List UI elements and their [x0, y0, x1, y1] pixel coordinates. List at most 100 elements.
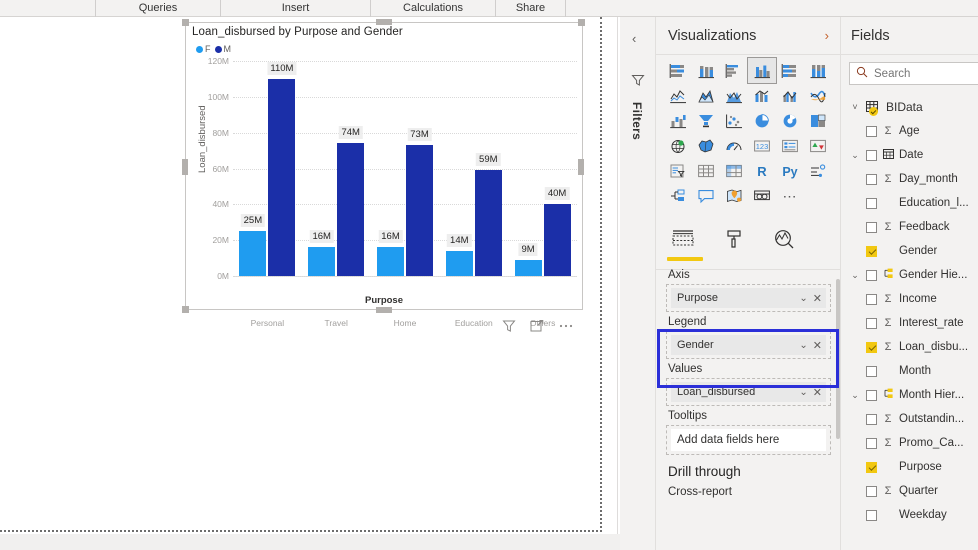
field-row-age[interactable]: ΣAge: [841, 119, 978, 143]
line-stacked-column-chart-icon[interactable]: [748, 83, 776, 108]
area-chart-icon[interactable]: [692, 83, 720, 108]
chevron-down-icon[interactable]: ⌄: [799, 340, 807, 351]
key-influencers-icon[interactable]: [804, 158, 832, 183]
field-checkbox[interactable]: [866, 318, 877, 329]
fields-tab[interactable]: [672, 229, 694, 252]
filter-icon[interactable]: [502, 319, 516, 333]
resize-handle-left-middle[interactable]: [182, 159, 188, 175]
legend-item-f[interactable]: F: [196, 44, 211, 54]
waterfall-chart-icon[interactable]: [664, 108, 692, 133]
field-chip-purpose[interactable]: Purpose ⌄ ✕: [671, 288, 826, 308]
chevron-left-icon[interactable]: ‹: [632, 31, 636, 46]
paginated-report-icon[interactable]: [748, 183, 776, 208]
field-checkbox[interactable]: [866, 270, 877, 281]
field-row-loan-disbu[interactable]: ΣLoan_disbu...: [841, 335, 978, 359]
donut-chart-icon[interactable]: [776, 108, 804, 133]
field-row-weekday[interactable]: Weekday: [841, 503, 978, 527]
field-checkbox[interactable]: [866, 150, 877, 161]
field-chip-loan-disbursed[interactable]: Loan_disbursed ⌄ ✕: [671, 382, 826, 402]
chevron-down-icon[interactable]: ⌄: [799, 387, 807, 398]
field-row-quarter[interactable]: ΣQuarter: [841, 479, 978, 503]
scatter-chart-icon[interactable]: [720, 108, 748, 133]
field-row-interest-rate[interactable]: ΣInterest_rate: [841, 311, 978, 335]
ribbon-tab-calculations[interactable]: Calculations: [371, 0, 496, 17]
well-legend[interactable]: Gender ⌄ ✕: [666, 331, 831, 359]
pie-chart-icon[interactable]: [748, 108, 776, 133]
python-visual-icon[interactable]: Py: [776, 158, 804, 183]
report-canvas[interactable]: Loan_disbursed by Purpose and Gender F M…: [0, 17, 620, 550]
resize-handle-top-right[interactable]: [578, 19, 585, 26]
field-row-month-hier[interactable]: ⌄Month Hier...: [841, 383, 978, 407]
remove-field-icon[interactable]: ✕: [813, 386, 822, 399]
well-values[interactable]: Loan_disbursed ⌄ ✕: [666, 378, 831, 406]
card-icon[interactable]: 123: [748, 133, 776, 158]
wells-scrollbar[interactable]: [836, 279, 840, 439]
bar-f-others[interactable]: [515, 260, 542, 276]
remove-field-icon[interactable]: ✕: [813, 292, 822, 305]
more-options-icon[interactable]: [558, 319, 574, 333]
matrix-icon[interactable]: [720, 158, 748, 183]
field-row-month[interactable]: Month: [841, 359, 978, 383]
decomposition-tree-icon[interactable]: [664, 183, 692, 208]
slicer-icon[interactable]: [664, 158, 692, 183]
well-axis[interactable]: Purpose ⌄ ✕: [666, 284, 831, 312]
well-tooltips[interactable]: Add data fields here: [666, 425, 831, 455]
kpi-icon[interactable]: [804, 133, 832, 158]
field-checkbox[interactable]: [866, 438, 877, 449]
field-checkbox[interactable]: [866, 222, 877, 233]
ribbon-chart-icon[interactable]: [804, 83, 832, 108]
search-input[interactable]: [874, 68, 974, 80]
bar-f-travel[interactable]: [308, 247, 335, 276]
field-checkbox[interactable]: [866, 390, 877, 401]
bar-m-education[interactable]: [475, 170, 502, 276]
filter-funnel-icon[interactable]: [631, 73, 645, 92]
resize-handle-bottom-center[interactable]: [376, 307, 392, 313]
ribbon-tab-queries[interactable]: Queries: [96, 0, 221, 17]
field-row-day-month[interactable]: ΣDay_month: [841, 167, 978, 191]
chevron-expanded-icon[interactable]: ˅: [849, 102, 861, 112]
field-row-gender[interactable]: Gender: [841, 239, 978, 263]
field-checkbox[interactable]: [866, 366, 877, 377]
stacked-area-chart-icon[interactable]: [720, 83, 748, 108]
bar-m-others[interactable]: [544, 204, 571, 276]
field-row-feedback[interactable]: ΣFeedback: [841, 215, 978, 239]
field-row-education-l[interactable]: Education_l...: [841, 191, 978, 215]
field-checkbox[interactable]: [866, 246, 877, 257]
field-row-income[interactable]: ΣIncome: [841, 287, 978, 311]
funnel-chart-icon[interactable]: [692, 108, 720, 133]
filled-map-icon[interactable]: [692, 133, 720, 158]
field-checkbox[interactable]: [866, 510, 877, 521]
ribbon-tab-share[interactable]: Share: [496, 0, 566, 17]
table-icon[interactable]: [692, 158, 720, 183]
bar-f-education[interactable]: [446, 251, 473, 276]
stacked-column-chart-icon[interactable]: [692, 58, 720, 83]
field-row-outstandin[interactable]: ΣOutstandin...: [841, 407, 978, 431]
resize-handle-top-center[interactable]: [376, 19, 392, 25]
field-checkbox[interactable]: [866, 414, 877, 425]
field-checkbox[interactable]: [866, 294, 877, 305]
chevron-down-icon[interactable]: ⌄: [849, 270, 861, 281]
filters-pane-collapsed[interactable]: ‹ Filters: [620, 17, 656, 550]
field-checkbox[interactable]: [866, 198, 877, 209]
bar-m-personal[interactable]: [268, 79, 295, 276]
field-row-gender-hie[interactable]: ⌄Gender Hie...: [841, 263, 978, 287]
focus-mode-icon[interactable]: [530, 319, 544, 333]
bar-m-travel[interactable]: [337, 143, 364, 276]
analytics-tab[interactable]: [774, 229, 795, 254]
chevron-down-icon[interactable]: ⌄: [849, 150, 861, 161]
arcgis-map-icon[interactable]: [720, 183, 748, 208]
ribbon-tab-insert[interactable]: Insert: [221, 0, 371, 17]
map-icon[interactable]: [664, 133, 692, 158]
field-row-date[interactable]: ⌄Date: [841, 143, 978, 167]
bar-f-home[interactable]: [377, 247, 404, 276]
more-visuals-icon[interactable]: ⋯: [776, 183, 804, 208]
bar-f-personal[interactable]: [239, 231, 266, 276]
field-checkbox[interactable]: [866, 342, 877, 353]
format-tab[interactable]: [724, 229, 744, 254]
field-checkbox[interactable]: [866, 486, 877, 497]
bar-m-home[interactable]: [406, 145, 433, 276]
gauge-icon[interactable]: [720, 133, 748, 158]
clustered-column-chart-icon[interactable]: [748, 58, 776, 83]
fields-table-bidata[interactable]: ˅ BIData: [841, 95, 978, 119]
multi-row-card-icon[interactable]: [776, 133, 804, 158]
